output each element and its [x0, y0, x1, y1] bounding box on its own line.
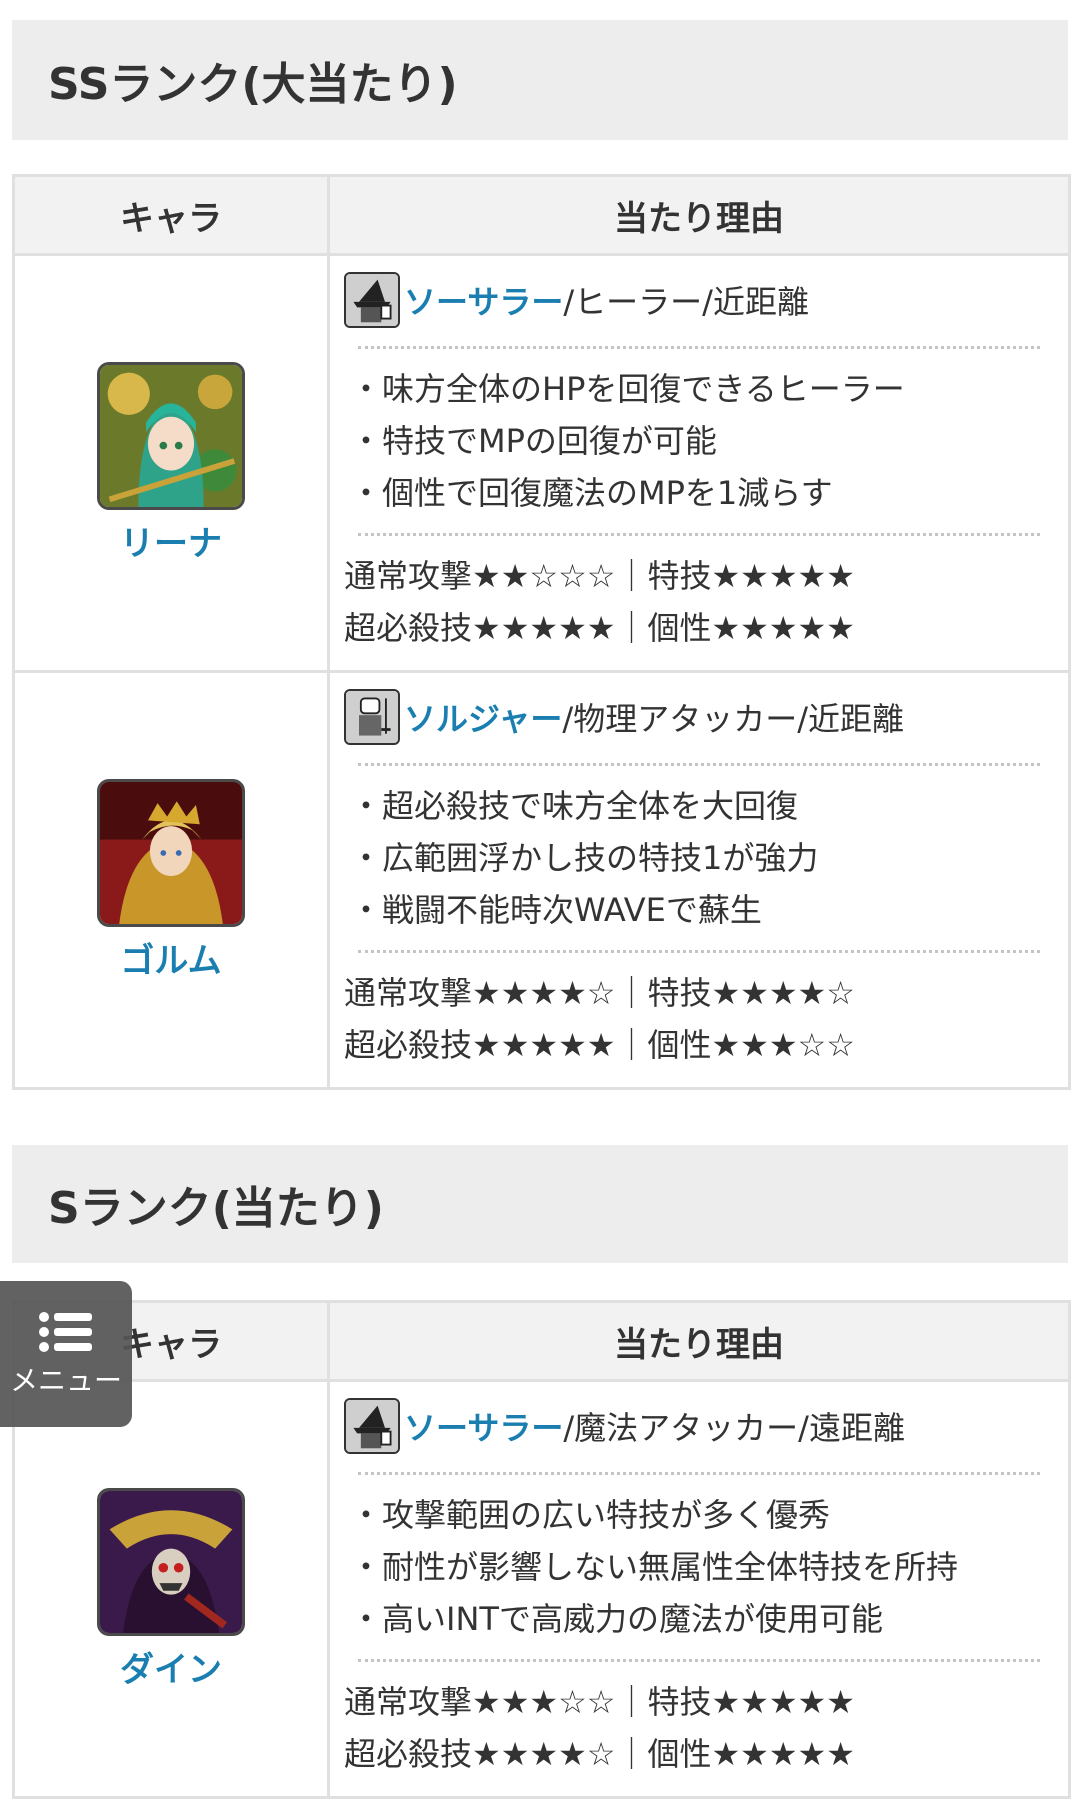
rating-row: 通常攻撃★★★★☆｜特技★★★★☆	[344, 974, 855, 1012]
ranking-table-s: キャラ 当たり理由 ダイン ソーサラー /魔法アタッカー/遠距離 ・ 攻撃範囲の…	[12, 1300, 1071, 1799]
list-item: 個性で回復魔法のMPを1減らす	[350, 467, 1040, 519]
list-item: 味方全体のHPを回復できるヒーラー	[350, 363, 1040, 415]
reason-cell: ソーサラー/魔法アタッカー/遠距離 攻撃範囲の広い特技が多く優秀 耐性が影響しな…	[327, 1379, 1071, 1799]
role-line: ソーサラー/魔法アタッカー/遠距離	[344, 1394, 1040, 1458]
column-header-character: キャラ	[12, 174, 330, 256]
menu-button[interactable]: メニュー	[0, 1281, 132, 1427]
role-text: /魔法アタッカー/遠距離	[563, 1409, 905, 1447]
reason-cell: ソルジャー/物理アタッカー/近距離 超必殺技で味方全体を大回復 広範囲浮かし技の…	[327, 670, 1071, 1090]
table-header-row: キャラ 当たり理由	[12, 174, 1071, 256]
ratings: 通常攻撃★★★★☆｜特技★★★★☆ 超必殺技★★★★★｜個性★★★☆☆	[344, 967, 1040, 1071]
table-row: ダイン ソーサラー/魔法アタッカー/遠距離 攻撃範囲の広い特技が多く優秀 耐性が…	[12, 1379, 1071, 1799]
role-text: /物理アタッカー/近距離	[562, 700, 904, 738]
soldier-icon	[344, 689, 400, 745]
portrait-dain[interactable]	[97, 1487, 245, 1636]
section-heading-ss: SSランク(大当たり)	[12, 20, 1068, 140]
list-item: 高いINTで高威力の魔法が使用可能	[350, 1593, 1040, 1645]
list-item: 広範囲浮かし技の特技1が強力	[350, 832, 1040, 884]
column-header-reason: 当たり理由	[327, 174, 1071, 256]
portrait-dain-image	[100, 1490, 242, 1633]
ranking-table-ss: キャラ 当たり理由 リーナ ソーサラー /ヒーラー/近距離 ・ 味方全体のHPを…	[12, 174, 1071, 1090]
character-cell: ダイン	[12, 1379, 330, 1799]
class-link-sorcerer[interactable]: ソーサラー	[404, 277, 563, 323]
list-item: 超必殺技で味方全体を大回復	[350, 780, 1040, 832]
reason-list: 味方全体のHPを回復できるヒーラー 特技でMPの回復が可能 個性で回復魔法のMP…	[344, 363, 1040, 519]
ratings: 通常攻撃★★☆☆☆｜特技★★★★★ 超必殺技★★★★★｜個性★★★★★	[344, 550, 1040, 654]
rating-row: 超必殺技★★★★★｜個性★★★☆☆	[344, 1026, 855, 1064]
table-header-row: キャラ 当たり理由	[12, 1300, 1071, 1382]
role-text: /ヒーラー/近距離	[563, 283, 809, 321]
rating-row: 超必殺技★★★★☆｜個性★★★★★	[344, 1735, 855, 1773]
table-row: リーナ ソーサラー/ヒーラー/近距離 味方全体のHPを回復できるヒーラー 特技で…	[12, 253, 1071, 673]
rating-row: 超必殺技★★★★★｜個性★★★★★	[344, 609, 855, 647]
class-link-soldier[interactable]: ソルジャー	[404, 694, 562, 740]
divider	[358, 950, 1040, 953]
list-menu-icon	[39, 1312, 92, 1352]
column-header-reason: 当たり理由	[327, 1300, 1071, 1382]
rating-row: 通常攻撃★★☆☆☆｜特技★★★★★	[344, 557, 855, 595]
reason-list: 攻撃範囲の広い特技が多く優秀 耐性が影響しない無属性全体特技を所持 高いINTで…	[344, 1489, 1040, 1645]
divider	[358, 533, 1040, 536]
portrait-golm[interactable]	[97, 778, 245, 927]
class-link-sorcerer[interactable]: ソーサラー	[404, 1403, 563, 1449]
character-cell: ゴルム	[12, 670, 330, 1090]
sorcerer-icon	[344, 1398, 400, 1454]
divider	[358, 763, 1040, 766]
role-line: ソルジャー/物理アタッカー/近距離	[344, 685, 1040, 749]
role-line: ソーサラー/ヒーラー/近距離	[344, 268, 1040, 332]
character-name-link[interactable]: ゴルム	[15, 933, 327, 982]
character-name-link[interactable]: リーナ	[15, 516, 327, 565]
portrait-rina-image	[100, 364, 242, 507]
character-cell: リーナ	[12, 253, 330, 673]
sorcerer-icon	[344, 272, 400, 328]
list-item: 耐性が影響しない無属性全体特技を所持	[350, 1541, 1040, 1593]
table-row: ゴルム ソルジャー/物理アタッカー/近距離 超必殺技で味方全体を大回復 広範囲浮…	[12, 670, 1071, 1090]
divider	[358, 1472, 1040, 1475]
divider	[358, 346, 1040, 349]
list-item: 攻撃範囲の広い特技が多く優秀	[350, 1489, 1040, 1541]
list-item: 戦闘不能時次WAVEで蘇生	[350, 884, 1040, 936]
character-name-link[interactable]: ダイン	[15, 1642, 327, 1691]
reason-list: 超必殺技で味方全体を大回復 広範囲浮かし技の特技1が強力 戦闘不能時次WAVEで…	[344, 780, 1040, 936]
ratings: 通常攻撃★★★☆☆｜特技★★★★★ 超必殺技★★★★☆｜個性★★★★★	[344, 1676, 1040, 1780]
list-item: 特技でMPの回復が可能	[350, 415, 1040, 467]
portrait-rina[interactable]	[97, 361, 245, 510]
rating-row: 通常攻撃★★★☆☆｜特技★★★★★	[344, 1683, 855, 1721]
section-heading-s: Sランク(当たり)	[12, 1145, 1068, 1263]
reason-cell: ソーサラー/ヒーラー/近距離 味方全体のHPを回復できるヒーラー 特技でMPの回…	[327, 253, 1071, 673]
menu-label: メニュー	[9, 1364, 122, 1397]
portrait-golm-image	[100, 781, 242, 924]
divider	[358, 1659, 1040, 1662]
